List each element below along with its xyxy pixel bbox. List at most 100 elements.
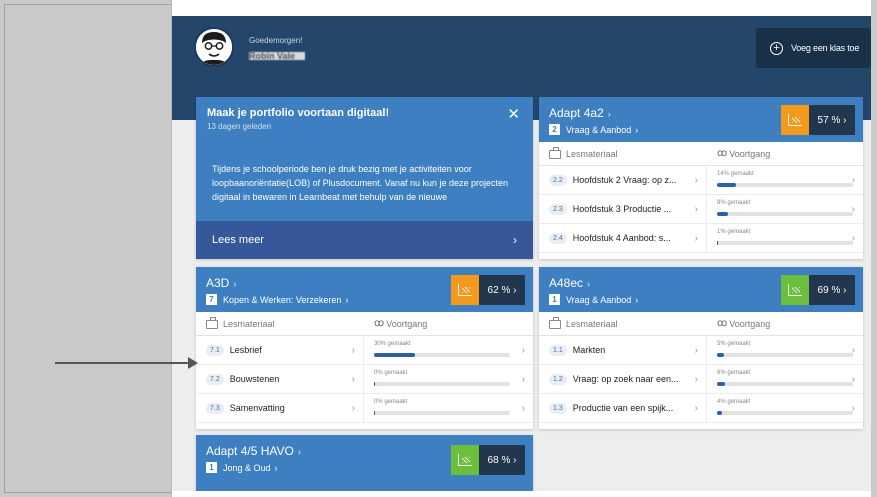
avatar[interactable]	[194, 27, 234, 67]
score-value: 68 % ›	[487, 454, 517, 466]
lesson-number: 2.4	[549, 232, 567, 244]
chevron-right-icon: ›	[607, 109, 611, 119]
lesson-row[interactable]: 7.3 Samenvatting › 0% gemaakt ›	[196, 394, 533, 423]
column-headers: Lesmateriaal ꝏ Voortgang	[196, 312, 533, 336]
lesson-title: Vraag: op zoek naar een...	[572, 374, 679, 384]
score-button[interactable]: 68 % ›	[451, 445, 525, 475]
class-title[interactable]: A3D ›	[206, 276, 236, 290]
chevron-right-icon: ›	[233, 279, 237, 289]
read-more-button[interactable]: Lees meer ›	[196, 221, 533, 259]
chevron-right-icon: ›	[351, 402, 355, 414]
lesson-title: Bouwstenen	[229, 374, 280, 384]
briefcase-icon	[549, 147, 561, 159]
class-title[interactable]: A48ec ›	[549, 276, 590, 290]
lesson-row[interactable]: 7.2 Bouwstenen › 0% gemaakt ›	[196, 365, 533, 394]
class-card-adapt-45-havo[interactable]: Adapt 4/5 HAVO › 1 Jong & Oud › 68 % ›	[196, 435, 533, 491]
avatar-face-icon	[196, 29, 232, 65]
progress-bar	[717, 353, 853, 357]
lesson-row[interactable]: 1.3 Productie van een spijk... › 4% gemaak…	[539, 394, 863, 423]
chevron-right-icon: ›	[694, 232, 698, 244]
lesson-row[interactable]: 2.4 Hoofdstuk 4 Aanbod: s... › 1% gemaakt ›	[539, 224, 863, 253]
chevron-right-icon: ›	[694, 203, 698, 215]
lesson-number: 1.1	[549, 344, 567, 356]
chevron-right-icon: ›	[694, 373, 698, 385]
chapter-link[interactable]: 1 Jong & Oud ›	[206, 462, 278, 473]
score-text: 57 %	[817, 114, 841, 126]
column-headers: Lesmateriaal ꝏ Voortgang	[539, 312, 863, 336]
lesson-number: 7.3	[206, 402, 224, 414]
class-title[interactable]: Adapt 4a2 ›	[549, 106, 611, 120]
outer-margin-right	[871, 0, 877, 497]
score-chart-icon	[451, 445, 479, 475]
class-card-header[interactable]: Adapt 4a2 › 2 Vraag & Aanbod › 57 % ›	[539, 97, 863, 142]
score-text: 62 %	[487, 284, 511, 296]
glasses-icon: ꝏ	[717, 148, 727, 159]
chapter-title: Kopen & Werken: Verzekeren	[223, 294, 342, 305]
add-class-button[interactable]: + Voeg een klas toe	[756, 28, 871, 68]
progress-label: 8% gemaakt	[717, 200, 751, 206]
chevron-right-icon: ›	[521, 403, 525, 414]
outer-margin-top	[172, 0, 871, 16]
chevron-right-icon: ›	[851, 374, 855, 385]
lesson-row[interactable]: 1.2 Vraag: op zoek naar een... › 6% gemaak…	[539, 365, 863, 394]
add-class-label: Voeg een klas toe	[791, 43, 860, 53]
chevron-right-icon: ›	[851, 175, 855, 186]
score-text: 69 %	[817, 284, 841, 296]
lesson-number: 7.1	[206, 344, 224, 356]
chevron-right-icon: ›	[351, 344, 355, 356]
score-button[interactable]: 62 % ›	[451, 275, 525, 305]
chapter-title: Vraag & Aanbod	[566, 124, 632, 135]
lesson-number: 1.3	[549, 402, 567, 414]
lesson-title: Samenvatting	[229, 403, 285, 413]
lesson-number: 7.2	[206, 373, 224, 385]
chevron-right-icon: ›	[521, 374, 525, 385]
class-card-a3d[interactable]: A3D › 7 Kopen & Werken: Verzekeren › 62 % ›…	[196, 267, 533, 429]
username: Robin Vale	[249, 52, 305, 60]
progress-bar	[717, 212, 853, 216]
score-button[interactable]: 57 % ›	[781, 105, 855, 135]
lesson-title: Productie van een spijk...	[572, 403, 674, 413]
score-button[interactable]: 69 % ›	[781, 275, 855, 305]
class-card-a48ec[interactable]: A48ec › 1 Vraag & Aanbod › 69 % › Lesmateri…	[539, 267, 863, 429]
chevron-right-icon: ›	[851, 204, 855, 215]
chapter-link[interactable]: 2 Vraag & Aanbod ›	[549, 124, 638, 135]
chevron-right-icon: ›	[587, 279, 591, 289]
score-value: 57 % ›	[817, 114, 847, 126]
chevron-right-icon: ›	[274, 462, 278, 473]
lesson-row[interactable]: 7.1 Lesbrief › 30% gemaakt ›	[196, 336, 533, 365]
announcement-body: Tijdens je schoolperiode ben je druk bez…	[212, 164, 509, 202]
score-value: 62 % ›	[487, 284, 517, 296]
class-title-text: A48ec	[549, 276, 584, 290]
read-more-label: Lees meer	[212, 234, 264, 246]
class-title-text: A3D	[206, 276, 230, 290]
score-text: 68 %	[487, 454, 511, 466]
progress-bar	[717, 411, 853, 415]
close-icon[interactable]: ✕	[507, 105, 520, 123]
announcement-title: Maak je portfolio voortaan digitaal!	[207, 107, 390, 119]
chevron-right-icon: ›	[694, 174, 698, 186]
score-value: 69 % ›	[817, 284, 847, 296]
chapter-title: Vraag & Aanbod	[566, 294, 632, 305]
lesson-row[interactable]: 2.2 Hoofdstuk 2 Vraag: op z... › 14% gemaa…	[539, 166, 863, 195]
lesson-row[interactable]: 1.1 Markten › 5% gemaakt ›	[539, 336, 863, 365]
class-title-text: Adapt 4a2	[549, 106, 604, 120]
lesson-title: Hoofdstuk 2 Vraag: op z...	[572, 175, 677, 185]
progress-label: 0% gemaakt	[374, 399, 408, 405]
chapter-link[interactable]: 7 Kopen & Werken: Verzekeren ›	[206, 294, 348, 305]
class-card-header[interactable]: A48ec › 1 Vraag & Aanbod › 69 % ›	[539, 267, 863, 312]
progress-bar	[374, 353, 510, 357]
progress-label: 0% gemaakt	[374, 370, 408, 376]
class-card-adapt-4a2[interactable]: Adapt 4a2 › 2 Vraag & Aanbod › 57 % › Lesma…	[539, 97, 863, 259]
chevron-right-icon: ›	[694, 344, 698, 356]
column-headers: Lesmateriaal ꝏ Voortgang	[539, 142, 863, 166]
chevron-right-icon: ›	[851, 345, 855, 356]
lesson-row[interactable]: 2.3 Hoofdstuk 3 Productie ... › 8% gemaakt…	[539, 195, 863, 224]
class-card-header[interactable]: A3D › 7 Kopen & Werken: Verzekeren › 62 % ›	[196, 267, 533, 312]
progress-bar	[374, 411, 510, 415]
progress-bar	[717, 241, 853, 245]
class-title[interactable]: Adapt 4/5 HAVO ›	[206, 444, 301, 458]
class-card-header[interactable]: Adapt 4/5 HAVO › 1 Jong & Oud › 68 % ›	[196, 435, 533, 491]
chapter-link[interactable]: 1 Vraag & Aanbod ›	[549, 294, 638, 305]
lesson-title: Lesbrief	[229, 345, 262, 355]
chevron-right-icon: ›	[297, 447, 301, 457]
